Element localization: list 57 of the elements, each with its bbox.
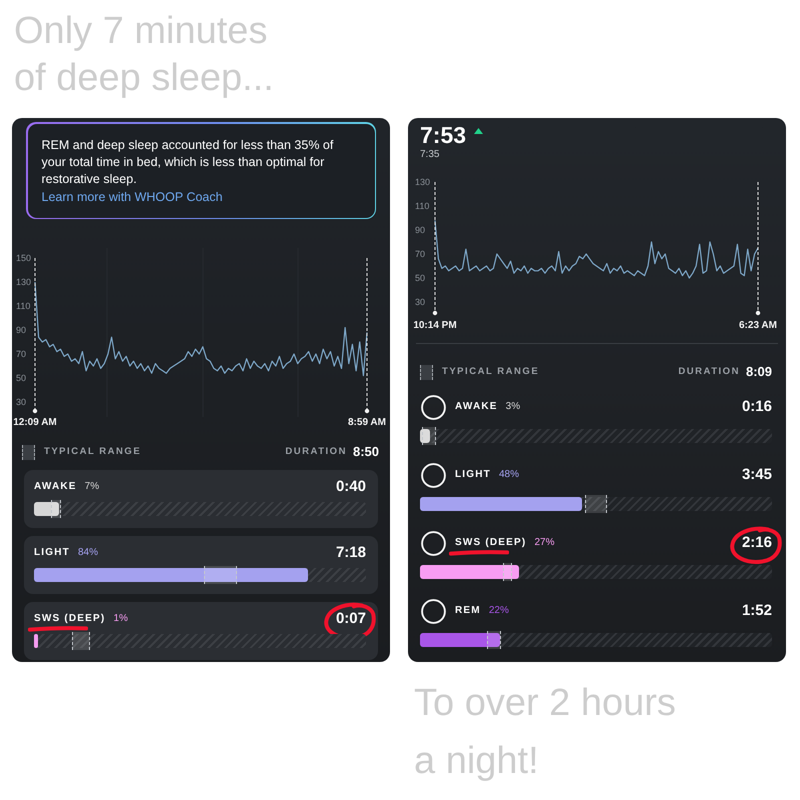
legend-label: TYPICAL RANGE: [44, 444, 142, 459]
stage-card[interactable]: SWS (DEEP) 1% 0:07: [24, 602, 378, 660]
y-tick-label: 30: [16, 397, 26, 407]
ring-icon: [421, 462, 446, 488]
y-tick-label: 90: [415, 224, 426, 235]
ring-icon: [421, 598, 446, 624]
typical-range-icon: [22, 444, 35, 460]
stage-name: LIGHT: [455, 468, 491, 482]
time-label: 12:09 AM: [13, 417, 57, 428]
ring-icon: [421, 530, 446, 556]
stage-percent: 3%: [506, 400, 520, 414]
y-tick-label: 90: [16, 325, 26, 335]
total-sleep-time: 7:53: [420, 123, 466, 147]
typical-range-icon: [420, 364, 433, 380]
stage-time: 1:52: [742, 602, 772, 620]
stage-name: SWS (DEEP): [455, 536, 526, 550]
stage-time: 2:16: [742, 534, 772, 552]
y-tick-label: 130: [415, 176, 430, 187]
stage-time: 3:45: [742, 466, 772, 484]
stage-percent: 1%: [113, 612, 128, 626]
y-tick-label: 150: [16, 253, 32, 263]
stage-name: AWAKE: [34, 480, 77, 494]
legend-label: TYPICAL RANGE: [442, 364, 540, 379]
stage-time: 0:40: [336, 478, 366, 496]
insight-text: REM and deep sleep accounted for less than 35% of your total time in bed, which is less than optimal for restorative sleep.: [42, 136, 334, 188]
duration-label: DURATION: [285, 444, 347, 459]
stage-time: 7:18: [336, 544, 366, 562]
stage-percent: 22%: [488, 604, 509, 618]
stage-percent: 84%: [78, 546, 98, 560]
y-tick-label: 70: [16, 349, 26, 359]
duration-label: DURATION: [678, 364, 740, 379]
y-tick-label: 110: [415, 200, 430, 211]
learn-more-link[interactable]: Learn more with WHOOP Coach: [42, 188, 223, 206]
time-label: 8:59 AM: [348, 417, 386, 428]
stage-time: 0:16: [742, 398, 772, 416]
stage-percent: 48%: [499, 468, 520, 482]
y-tick-label: 30: [415, 296, 426, 307]
stage-card[interactable]: LIGHT 84% 7:18: [24, 536, 378, 594]
duration-value: 8:09: [746, 363, 772, 382]
stage-name: AWAKE: [455, 400, 498, 414]
baseline-time: 7:35: [420, 149, 440, 161]
time-label: 6:23 AM: [739, 320, 777, 331]
stage-percent: 27%: [534, 536, 554, 550]
y-tick-label: 70: [415, 248, 426, 259]
y-tick-label: 50: [16, 373, 26, 383]
ring-icon: [421, 394, 446, 420]
stage-card[interactable]: AWAKE 7% 0:40: [24, 470, 378, 528]
stage-percent: 7%: [84, 480, 100, 494]
stage-name: LIGHT: [34, 546, 70, 560]
y-tick-label: 110: [16, 301, 30, 311]
stage-time: 0:07: [336, 610, 366, 628]
duration-value: 8:50: [352, 443, 379, 462]
y-tick-label: 50: [415, 272, 426, 283]
stage-name: REM: [455, 604, 481, 618]
y-tick-label: 130: [16, 277, 32, 287]
time-label: 10:14 PM: [413, 320, 457, 331]
stage-name: SWS (DEEP): [34, 612, 106, 626]
